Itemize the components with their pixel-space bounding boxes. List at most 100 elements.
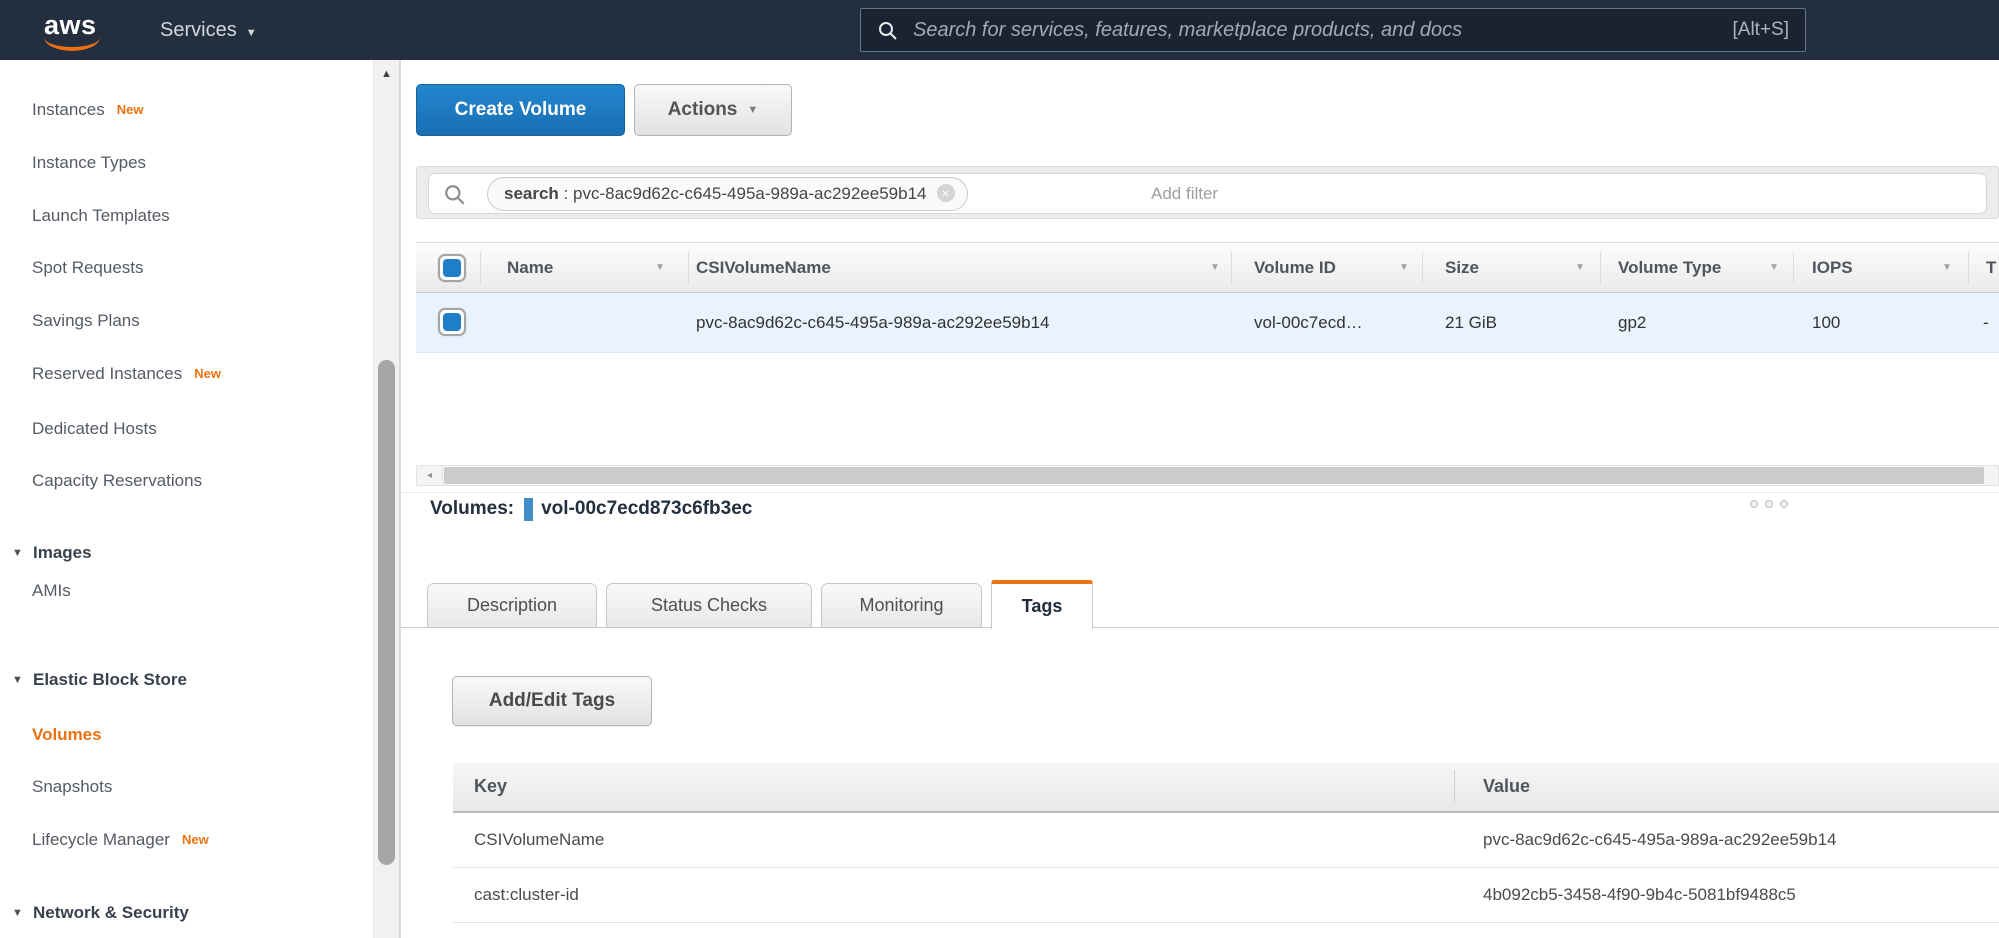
aws-logo[interactable]: aws [44, 10, 106, 52]
column-divider [1454, 770, 1455, 803]
tab-tags[interactable]: Tags [991, 580, 1093, 629]
sort-icon[interactable]: ▼ [1210, 243, 1220, 292]
sidebar-item-volumes[interactable]: Volumes [32, 725, 102, 749]
column-divider [1231, 252, 1232, 284]
sidebar-item-label: Lifecycle Manager [32, 830, 170, 849]
tab-status-checks[interactable]: Status Checks [606, 583, 812, 628]
column-header-throughput[interactable]: T [1986, 243, 1996, 292]
sort-icon[interactable]: ▼ [1942, 243, 1952, 292]
triangle-left-icon: ◂ [427, 470, 432, 481]
select-all-checkbox[interactable] [438, 254, 466, 282]
create-volume-label: Create Volume [455, 99, 587, 121]
filter-input[interactable]: search : pvc-8ac9d62c-c645-495a-989a-ac2… [428, 173, 1987, 214]
sidebar-item-instances[interactable]: InstancesNew [32, 100, 144, 124]
checkbox-checked-fill [443, 259, 461, 277]
row-checkbox[interactable] [438, 308, 466, 336]
sidebar-item-savings-plans[interactable]: Savings Plans [32, 311, 140, 335]
sidebar-section-elastic-block-store[interactable]: ▼Elastic Block Store [12, 670, 187, 694]
sidebar-section-images[interactable]: ▼Images [12, 543, 92, 567]
sidebar-item-spot-requests[interactable]: Spot Requests [32, 258, 144, 282]
panel-divider [401, 492, 1999, 493]
tab-monitoring[interactable]: Monitoring [821, 583, 982, 628]
tag-key: CSIVolumeName [474, 813, 604, 867]
volumes-table-header: Name ▼ CSIVolumeName ▼ Volume ID ▼ Size … [416, 242, 1999, 293]
sidebar-item-label: Reserved Instances [32, 364, 182, 383]
nav-search-input[interactable] [913, 9, 1553, 51]
sidebar-section-network-security[interactable]: ▼Network & Security [12, 903, 189, 927]
remove-filter-icon[interactable]: × [937, 184, 955, 202]
column-divider [688, 252, 689, 284]
sidebar-main-divider [400, 60, 401, 938]
filter-tag[interactable]: search : pvc-8ac9d62c-c645-495a-989a-ac2… [487, 177, 968, 211]
sidebar-item-label: Savings Plans [32, 311, 140, 330]
sidebar-item-launch-templates[interactable]: Launch Templates [32, 206, 170, 230]
sidebar-item-snapshots[interactable]: Snapshots [32, 777, 112, 801]
services-menu[interactable]: Services ▼ [160, 0, 257, 60]
sidebar-section-label: Images [33, 543, 92, 562]
column-divider [1793, 252, 1794, 284]
column-header-csivolumename[interactable]: CSIVolumeName [696, 243, 831, 292]
caret-down-icon: ▼ [12, 674, 33, 686]
sidebar-item-label: Snapshots [32, 777, 112, 796]
sidebar-item-label: Spot Requests [32, 258, 144, 277]
cell-size: 21 GiB [1445, 293, 1497, 353]
column-header-size[interactable]: Size [1445, 243, 1479, 292]
sidebar-item-lifecycle-manager[interactable]: Lifecycle Manager New [32, 830, 209, 854]
cell-volume-id: vol-00c7ecd… [1254, 293, 1363, 353]
sidebar-item-dedicated-hosts[interactable]: Dedicated Hosts [32, 419, 157, 443]
sort-icon[interactable]: ▼ [1399, 243, 1409, 292]
tab-label: Description [467, 595, 557, 616]
new-badge: New [182, 832, 209, 847]
nav-search[interactable]: [Alt+S] [860, 8, 1806, 52]
services-label: Services [160, 19, 237, 41]
horizontal-scrollbar-thumb[interactable] [444, 467, 1984, 484]
filter-tag-key: search [504, 184, 559, 203]
filter-tag-separator: : [559, 184, 573, 203]
add-filter-button[interactable]: Add filter [1151, 174, 1218, 213]
cell-throughput: - [1983, 293, 1989, 353]
detail-panel-title: Volumes: vol-00c7ecd873c6fb3ec [430, 497, 752, 521]
horizontal-scrollbar[interactable]: ◂ [416, 465, 1999, 486]
cell-volume-type: gp2 [1618, 293, 1646, 353]
volume-row[interactable]: pvc-8ac9d62c-c645-495a-989a-ac292ee59b14… [416, 293, 1999, 353]
sidebar-section-label: Network & Security [33, 903, 189, 922]
sort-icon[interactable]: ▼ [1769, 243, 1779, 292]
sidebar-item-label: Launch Templates [32, 206, 170, 225]
scroll-up-icon[interactable]: ▲ [374, 68, 399, 80]
grip-dot [1780, 500, 1788, 508]
sidebar-item-reserved-instances[interactable]: Reserved InstancesNew [32, 364, 221, 388]
column-header-name[interactable]: Name [507, 243, 553, 292]
search-icon [443, 183, 467, 207]
add-edit-tags-button[interactable]: Add/Edit Tags [452, 676, 652, 726]
sidebar-scrollbar-thumb[interactable] [378, 360, 395, 865]
tag-row[interactable]: CSIVolumeName pvc-8ac9d62c-c645-495a-989… [453, 813, 1999, 868]
search-icon [877, 20, 899, 42]
grip-dot [1765, 500, 1773, 508]
tag-key: cast:cluster-id [474, 868, 579, 922]
tab-description[interactable]: Description [427, 583, 597, 628]
sidebar-item-capacity-reservations[interactable]: Capacity Reservations [32, 471, 202, 495]
sidebar-item-label: Instance Types [32, 153, 146, 172]
sidebar-scrollbar[interactable]: ▲ [373, 60, 400, 938]
column-header-volume-type[interactable]: Volume Type [1618, 243, 1721, 292]
tags-column-value: Value [1483, 762, 1530, 811]
column-header-volume-id[interactable]: Volume ID [1254, 243, 1336, 292]
column-header-iops[interactable]: IOPS [1812, 243, 1853, 292]
detail-tabs: Description Status Checks Monitoring Tag… [401, 580, 1999, 628]
sort-icon[interactable]: ▼ [1575, 243, 1585, 292]
sidebar-item-label: Instances [32, 100, 105, 119]
add-edit-tags-label: Add/Edit Tags [489, 690, 615, 712]
sidebar-item-amis[interactable]: AMIs [32, 581, 71, 605]
actions-button[interactable]: Actions ▼ [634, 84, 792, 136]
create-volume-button[interactable]: Create Volume [416, 84, 625, 136]
chevron-down-icon: ▼ [246, 27, 257, 39]
sort-icon[interactable]: ▼ [655, 243, 665, 292]
sidebar-item-instance-types[interactable]: Instance Types [32, 153, 146, 177]
aws-smile-icon [44, 36, 100, 51]
scroll-left-button[interactable]: ◂ [417, 466, 443, 485]
tag-row[interactable]: cast:cluster-id 4b092cb5-3458-4f90-9b4c-… [453, 868, 1999, 923]
search-shortcut: [Alt+S] [1733, 9, 1790, 51]
cell-csivolumename: pvc-8ac9d62c-c645-495a-989a-ac292ee59b14 [696, 293, 1050, 353]
panel-resize-handle[interactable] [1750, 495, 1795, 513]
tab-label: Tags [1022, 596, 1063, 617]
